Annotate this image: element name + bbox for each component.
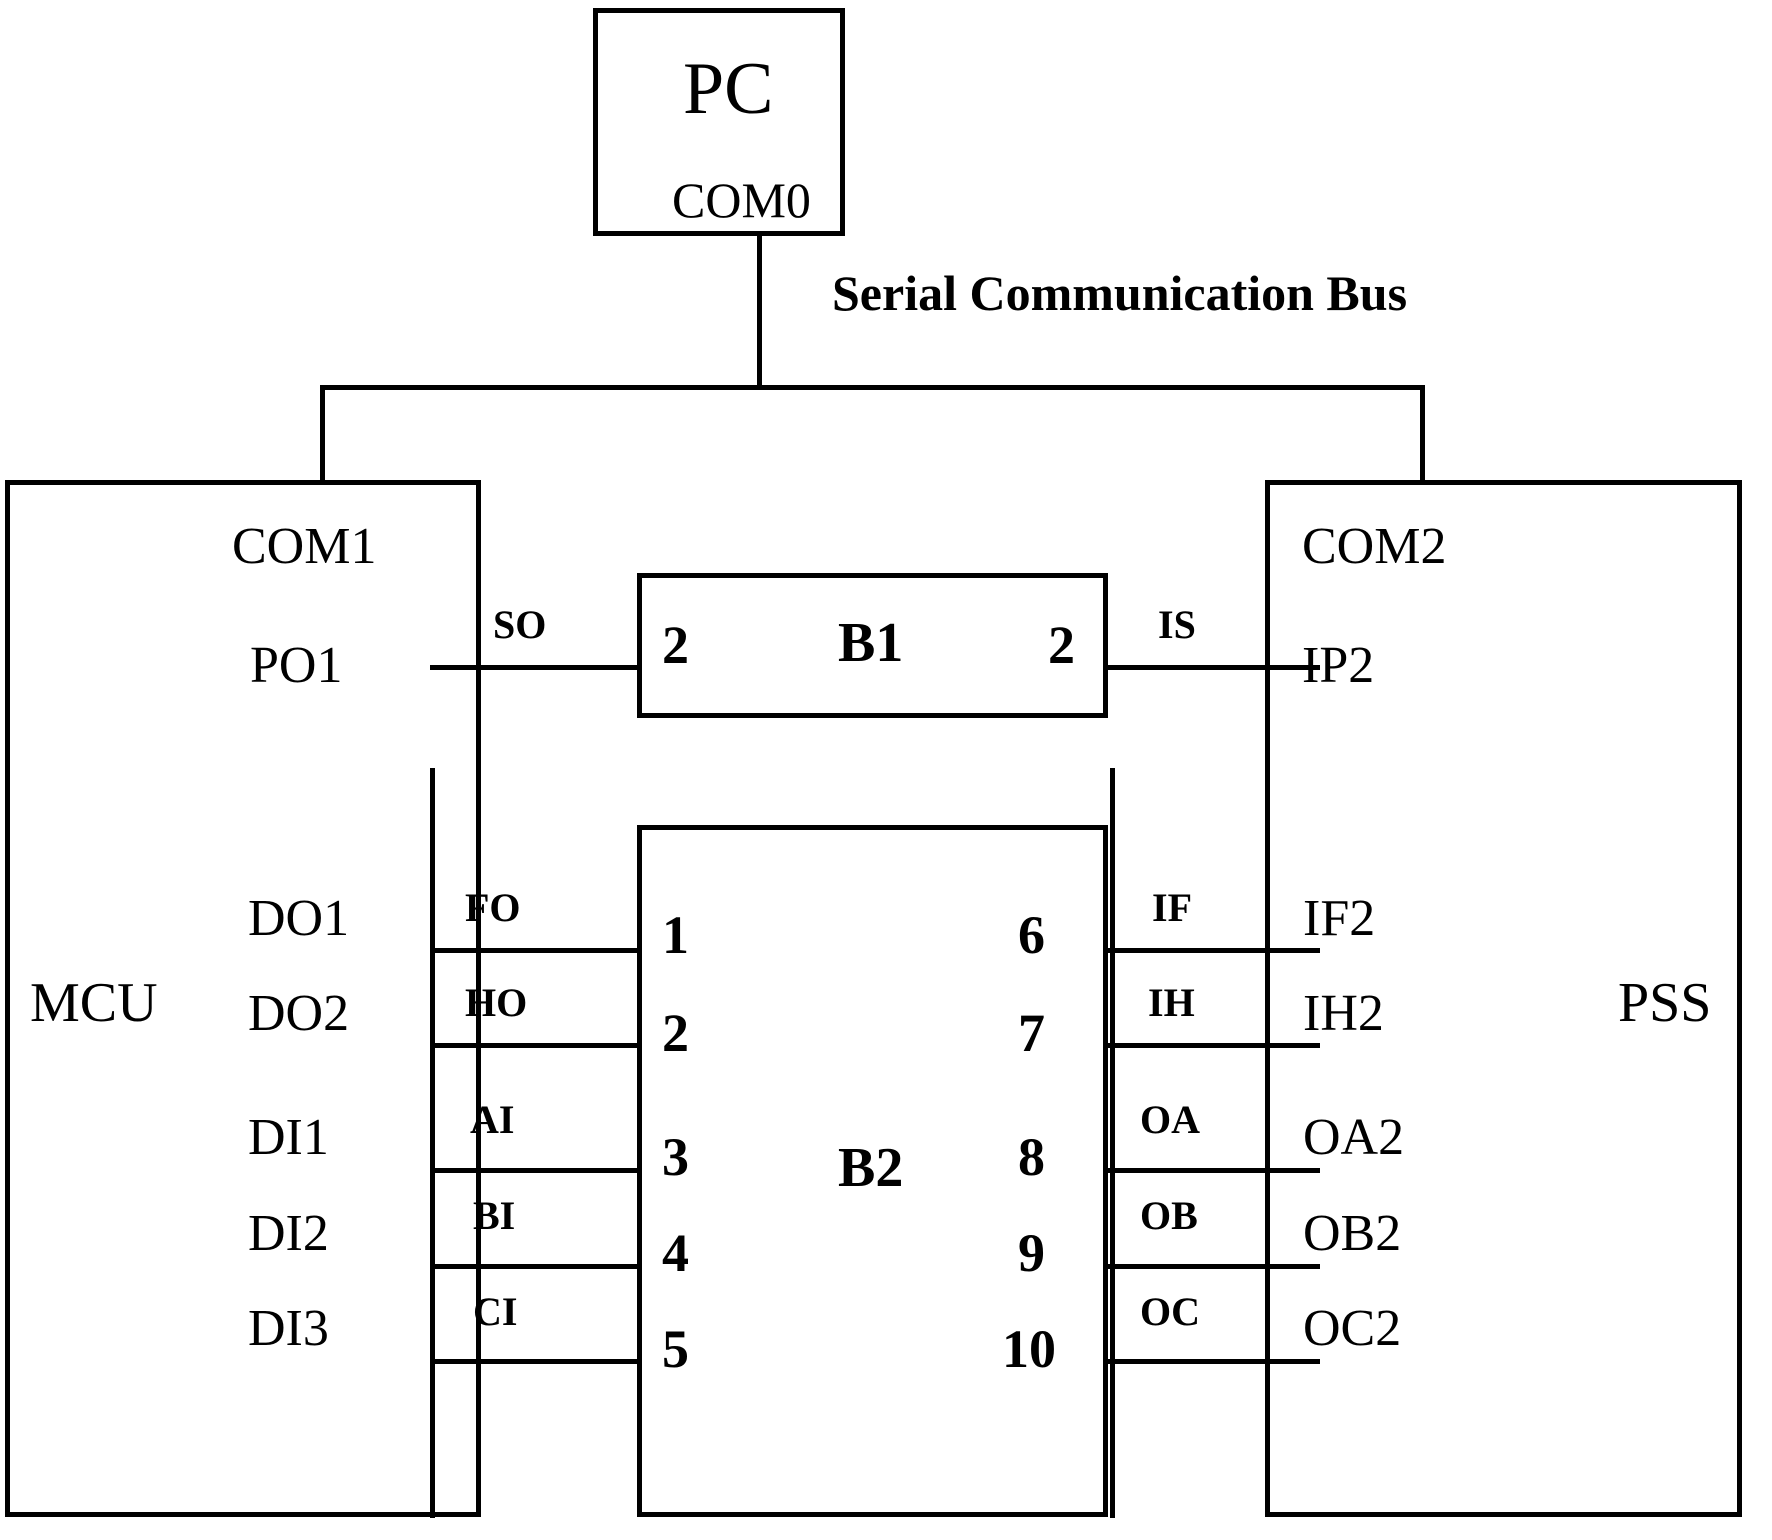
mcu-di2-port-label: DI2 <box>248 1205 329 1262</box>
b1-left-pin-number: 2 <box>662 615 689 675</box>
ih-wire <box>1105 1043 1320 1048</box>
ih-signal-label: IH <box>1148 980 1195 1025</box>
if-wire <box>1105 948 1320 953</box>
po1-to-b1-wire <box>430 665 640 670</box>
if-signal-label: IF <box>1152 885 1192 930</box>
pss-com2-port-label: COM2 <box>1302 518 1447 575</box>
pss-ih2-port-label: IH2 <box>1303 985 1384 1042</box>
pss-label: PSS <box>1618 972 1712 1034</box>
serial-bus-label: Serial Communication Bus <box>832 265 1408 321</box>
ci-signal-label: CI <box>473 1289 518 1334</box>
b1-to-ip2-wire <box>1105 665 1320 670</box>
fo-signal-label: FO <box>465 885 521 930</box>
b2-right-pin-9: 9 <box>1018 1223 1045 1283</box>
pc-com0-port-label: COM0 <box>672 172 811 228</box>
ai-wire <box>430 1168 640 1173</box>
is-signal-label: IS <box>1158 602 1196 647</box>
oa-signal-label: OA <box>1140 1097 1200 1142</box>
pc-to-bus-line <box>757 232 762 388</box>
ho-wire <box>430 1043 640 1048</box>
fo-wire <box>430 948 640 953</box>
b2-right-pin-6: 6 <box>1018 905 1045 965</box>
serial-bus-line <box>320 385 1425 390</box>
block-diagram: PC COM0 Serial Communication Bus MCU COM… <box>0 0 1772 1540</box>
b2-left-pin-5: 5 <box>662 1319 689 1379</box>
oc-wire <box>1105 1359 1320 1364</box>
pss-ip2-port-label: IP2 <box>1302 637 1375 694</box>
ob-signal-label: OB <box>1140 1193 1198 1238</box>
pss-oa2-port-label: OA2 <box>1303 1109 1405 1166</box>
pss-oc2-port-label: OC2 <box>1303 1300 1402 1357</box>
b2-left-pin-3: 3 <box>662 1127 689 1187</box>
bus-to-mcu-line <box>320 385 325 485</box>
pss-right-signal-rail <box>1110 768 1115 1518</box>
b2-right-pin-7: 7 <box>1018 1003 1045 1063</box>
b2-left-pin-1: 1 <box>662 905 689 965</box>
ci-wire <box>430 1359 640 1364</box>
mcu-po1-port-label: PO1 <box>250 637 343 694</box>
bus-to-pss-line <box>1420 385 1425 485</box>
b2-left-pin-4: 4 <box>662 1223 689 1283</box>
b2-left-pin-2: 2 <box>662 1003 689 1063</box>
b2-right-pin-8: 8 <box>1018 1127 1045 1187</box>
mcu-do2-port-label: DO2 <box>248 985 350 1042</box>
mcu-di1-port-label: DI1 <box>248 1109 329 1166</box>
bi-wire <box>430 1264 640 1269</box>
ai-signal-label: AI <box>470 1097 515 1142</box>
ob-wire <box>1105 1264 1320 1269</box>
mcu-label: MCU <box>30 972 158 1034</box>
pc-label: PC <box>683 48 774 130</box>
mcu-di3-port-label: DI3 <box>248 1300 329 1357</box>
oa-wire <box>1105 1168 1320 1173</box>
mcu-left-signal-rail <box>430 768 435 1518</box>
pss-ob2-port-label: OB2 <box>1303 1205 1402 1262</box>
pss-if2-port-label: IF2 <box>1303 890 1376 947</box>
b2-right-pin-10: 10 <box>1002 1319 1056 1379</box>
so-signal-label: SO <box>493 602 547 647</box>
mcu-do1-port-label: DO1 <box>248 890 350 947</box>
mcu-com1-port-label: COM1 <box>232 518 377 575</box>
b1-label: B1 <box>838 612 904 674</box>
b1-right-pin-number: 2 <box>1048 615 1075 675</box>
oc-signal-label: OC <box>1140 1289 1200 1334</box>
b2-label: B2 <box>838 1137 904 1199</box>
ho-signal-label: HO <box>465 980 528 1025</box>
bi-signal-label: BI <box>473 1193 516 1238</box>
